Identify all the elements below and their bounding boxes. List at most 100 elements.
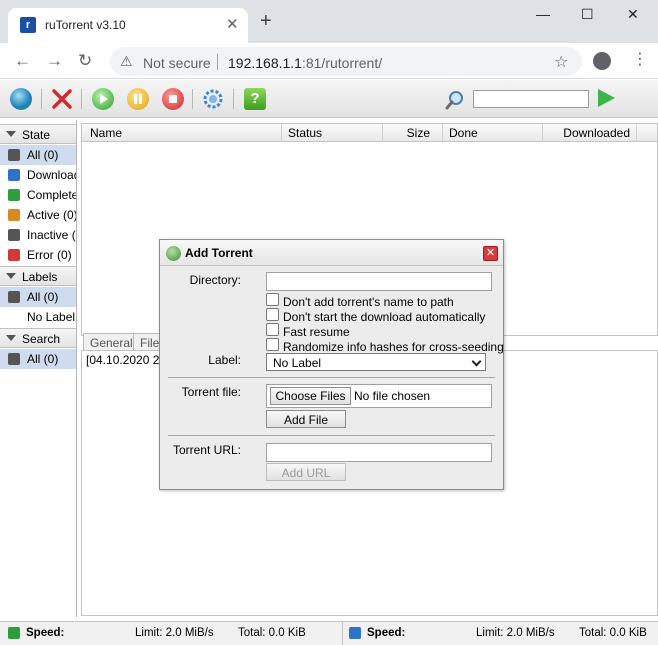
state-item-label: Completed (0) [27, 188, 76, 202]
divider [168, 435, 495, 436]
state-item-all[interactable]: All (0) [0, 145, 76, 165]
torrent-file-input[interactable]: Choose Files No file chosen [266, 384, 492, 408]
url-path: :81/rutorrent/ [301, 55, 383, 71]
torrent-url-input[interactable] [266, 443, 492, 462]
url-separator [217, 54, 218, 70]
search-section-header[interactable]: Search [0, 328, 76, 348]
pause-icon[interactable] [127, 88, 149, 110]
state-item-error[interactable]: Error (0) [0, 245, 76, 265]
tab-close-icon[interactable]: ✕ [226, 15, 239, 33]
no-file-chosen-text: No file chosen [354, 389, 431, 403]
minimize-button[interactable]: — [536, 6, 550, 22]
column-done[interactable]: Done [443, 124, 543, 142]
add-file-button[interactable]: Add File [266, 410, 346, 428]
column-status[interactable]: Status [282, 124, 383, 142]
state-item-active[interactable]: Active (0) [0, 205, 76, 225]
maximize-button[interactable]: ☐ [581, 6, 594, 23]
directory-input[interactable] [266, 272, 492, 291]
start-icon[interactable] [92, 88, 114, 110]
label-field-label: Label: [208, 353, 241, 367]
all-icon [8, 149, 20, 161]
warning-triangle-icon[interactable]: ⚠ [120, 53, 133, 70]
state-item-completed[interactable]: Completed (0) [0, 185, 76, 205]
dialog-title: Add Torrent [185, 246, 253, 260]
labels-item-all[interactable]: All (0) [0, 287, 76, 307]
security-label[interactable]: Not secure [143, 55, 211, 71]
toolbar-separator [81, 89, 82, 109]
toolbar-search-input[interactable] [473, 90, 589, 108]
upload-limit[interactable]: Limit: 2.0 MiB/s [135, 627, 214, 639]
state-item-downloading[interactable]: Downloading (0) [0, 165, 76, 185]
upload-total: Total: 0.0 KiB [238, 627, 306, 639]
checkbox-fast-resume-label[interactable]: Fast resume [283, 325, 350, 339]
state-section-header[interactable]: State [0, 124, 76, 144]
labels-item-label: No Label (0) [27, 310, 76, 324]
labels-item-label: All (0) [27, 290, 59, 304]
help-icon[interactable]: ? [244, 88, 266, 110]
settings-gear-icon[interactable] [202, 88, 224, 110]
labels-item-no-label[interactable]: No Label (0) [0, 307, 76, 327]
download-icon [8, 169, 20, 181]
tab-title: ruTorrent v3.10 [45, 18, 126, 32]
checkbox-dont-start[interactable] [266, 308, 279, 321]
checkbox-no-name-path[interactable] [266, 293, 279, 306]
search-magnifier-icon[interactable] [444, 89, 466, 114]
rutorrent-toolbar: ? [0, 80, 658, 118]
checkbox-dont-start-label[interactable]: Don't start the download automatically [283, 310, 485, 324]
column-name[interactable]: Name [82, 124, 282, 142]
checkbox-randomize-hashes-label[interactable]: Randomize info hashes for cross-seeding [283, 340, 504, 354]
upload-speed-label: Speed: [26, 627, 65, 639]
error-icon [8, 249, 20, 261]
tab-general[interactable]: General [83, 333, 138, 351]
download-total: Total: 0.0 KiB [579, 627, 647, 639]
rutorrent-favicon-icon: r [20, 17, 36, 33]
active-icon [8, 209, 20, 221]
browser-tab[interactable]: r ruTorrent v3.10 ✕ [8, 8, 248, 43]
toolbar-separator [41, 89, 42, 109]
collapse-triangle-icon [6, 335, 16, 341]
url-text[interactable]: 192.168.1.1:81/rutorrent/ [228, 55, 382, 71]
log-line: [04.10.2020 23 [86, 353, 167, 367]
remove-torrent-icon[interactable] [51, 88, 73, 110]
add-url-button[interactable]: Add URL [266, 463, 346, 481]
label-select[interactable]: No Label [266, 353, 486, 371]
checkbox-fast-resume[interactable] [266, 323, 279, 336]
status-bar: Speed: Limit: 2.0 MiB/s Total: 0.0 KiB S… [0, 621, 658, 645]
checkbox-randomize-hashes[interactable] [266, 338, 279, 351]
inactive-icon [8, 229, 20, 241]
divider [168, 377, 495, 378]
column-downloaded[interactable]: Downloaded [543, 124, 637, 142]
close-window-button[interactable]: ✕ [627, 6, 639, 23]
new-tab-button[interactable]: + [260, 11, 272, 31]
browser-menu-icon[interactable]: ⋮ [632, 49, 648, 69]
search-go-icon[interactable] [598, 89, 615, 107]
directory-label: Directory: [189, 273, 241, 287]
back-button[interactable]: ← [14, 51, 31, 71]
profile-avatar-icon[interactable] [593, 52, 611, 70]
choose-files-button[interactable]: Choose Files [270, 387, 351, 405]
add-torrent-globe-icon[interactable] [10, 88, 32, 110]
browser-toolbar: ← → ↻ ⚠ Not secure 192.168.1.1:81/rutorr… [0, 43, 658, 79]
labels-header-label: Labels [22, 270, 58, 284]
dialog-titlebar[interactable]: Add Torrent ✕ [160, 240, 503, 266]
dialog-close-icon[interactable]: ✕ [483, 246, 498, 261]
labels-section-header[interactable]: Labels [0, 266, 76, 286]
search-item-all[interactable]: All (0) [0, 349, 76, 369]
forward-button[interactable]: → [46, 51, 63, 71]
status-divider [342, 622, 343, 645]
address-bar[interactable]: ⚠ Not secure 192.168.1.1:81/rutorrent/ ☆ [110, 47, 582, 76]
globe-icon [166, 246, 181, 261]
state-item-label: All (0) [27, 148, 59, 162]
reload-button[interactable]: ↻ [78, 51, 92, 71]
state-item-label: Downloading (0) [27, 168, 76, 182]
column-size[interactable]: Size [383, 124, 443, 142]
bookmark-star-icon[interactable]: ☆ [554, 52, 568, 72]
collapse-triangle-icon [6, 131, 16, 137]
state-item-inactive[interactable]: Inactive (0) [0, 225, 76, 245]
state-header-label: State [22, 128, 51, 142]
stop-icon[interactable] [162, 88, 184, 110]
download-limit[interactable]: Limit: 2.0 MiB/s [476, 627, 555, 639]
checkbox-no-name-path-label[interactable]: Don't add torrent's name to path [283, 295, 454, 309]
upload-icon [8, 189, 20, 201]
toolbar-separator [233, 89, 234, 109]
